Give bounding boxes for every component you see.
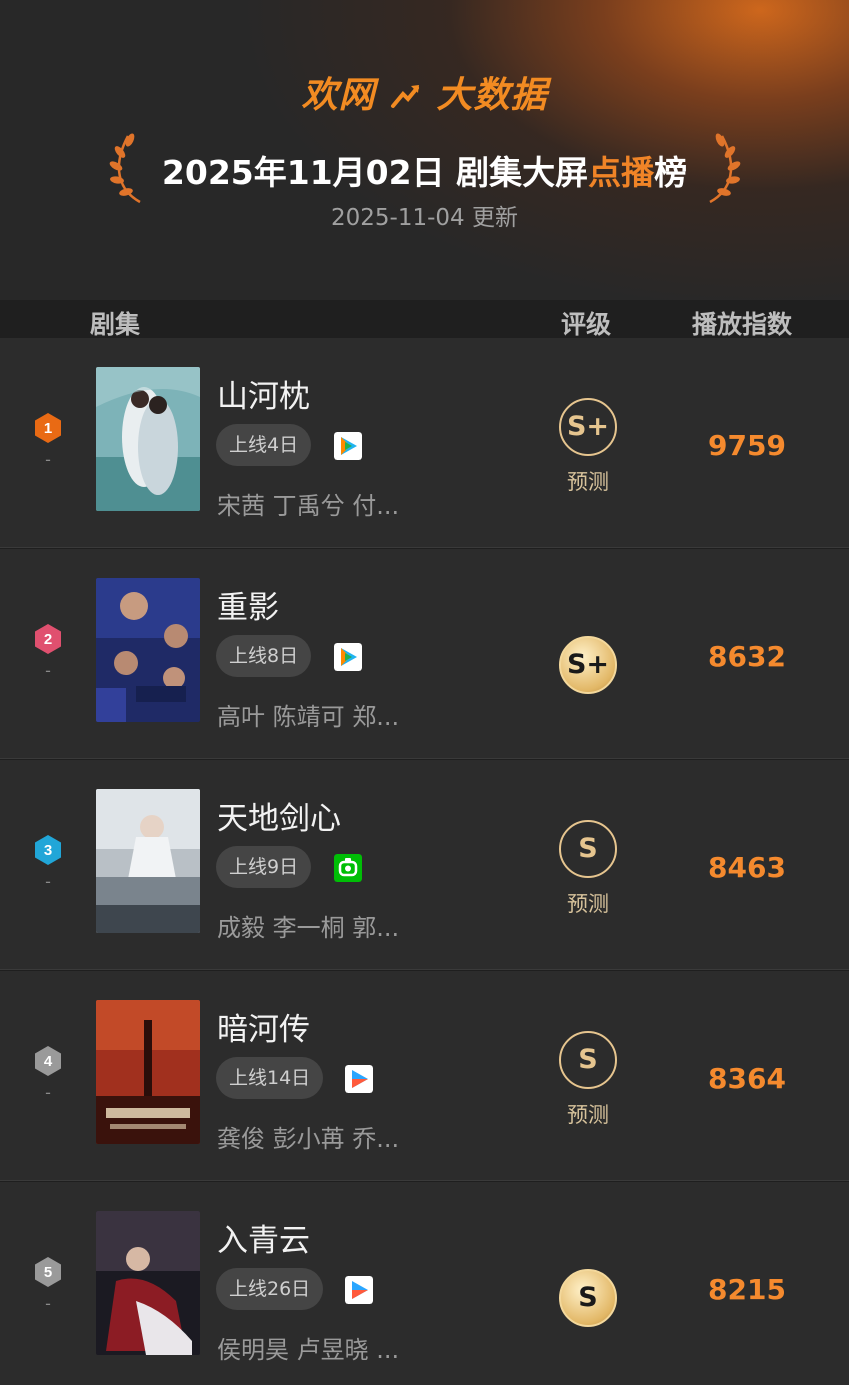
list-item[interactable]: 1 - 山河枕 上线4日 宋茜 丁禹兮 付... S+ 预测 9759 — [0, 338, 849, 548]
play-index: 8632 — [708, 640, 786, 673]
column-headers: 剧集 评级 播放指数 — [0, 303, 849, 343]
play-index: 8463 — [708, 851, 786, 884]
play-index: 8364 — [708, 1062, 786, 1095]
svg-text:2: 2 — [44, 631, 52, 648]
list-item[interactable]: 4 - 暗河传 上线14日 龚俊 彭小苒 乔... S 预测 8364 — [0, 971, 849, 1181]
rank-change: - — [45, 450, 51, 469]
days-online-badge: 上线8日 — [216, 635, 312, 677]
svg-text:5: 5 — [44, 1264, 52, 1281]
grade-note: 预测 — [567, 892, 609, 916]
page-title: 2025年11月02日 剧集大屏点播榜 — [161, 153, 688, 192]
series-title[interactable]: 重影 — [217, 582, 279, 627]
tencent-video-icon — [334, 432, 362, 460]
svg-text:4: 4 — [44, 1053, 53, 1070]
rank-change: - — [45, 1294, 51, 1313]
cast-list: 高叶 陈靖可 郑... — [217, 703, 400, 731]
svg-text:1: 1 — [44, 420, 52, 437]
trend-arrow-icon — [391, 85, 419, 108]
list-item[interactable]: 5 - 入青云 上线26日 侯明昊 卢昱晓 ... S 8215 — [0, 1182, 849, 1385]
update-date: 2025-11-04 更新 — [331, 205, 518, 231]
play-index: 8215 — [708, 1273, 786, 1306]
rank-change: - — [45, 1083, 51, 1102]
series-title[interactable]: 天地剑心 — [217, 793, 341, 838]
header-banner: 欢网 大数据 2025年11月02日 剧集大屏点播榜 2025-11-04 更新 — [0, 0, 849, 300]
series-title[interactable]: 入青云 — [217, 1215, 310, 1260]
cast-list: 成毅 李一桐 郭... — [217, 914, 400, 942]
poster-image[interactable] — [96, 578, 200, 722]
poster-image[interactable] — [96, 789, 200, 933]
grade-note: 预测 — [567, 1103, 609, 1127]
iqiyi-icon — [334, 854, 362, 882]
rank-badge: 2 — [35, 624, 61, 654]
poster-image[interactable] — [96, 1211, 200, 1355]
brand-name: 欢网 — [301, 75, 376, 116]
rank-change: - — [45, 872, 51, 891]
grade-badge: S — [559, 1031, 617, 1089]
poster-image[interactable] — [96, 367, 200, 511]
grade-badge: S+ — [559, 398, 617, 456]
svg-text:3: 3 — [44, 842, 52, 859]
rank-change: - — [45, 661, 51, 680]
grade-badge: S+ — [559, 636, 617, 694]
column-grade: 评级 — [561, 310, 612, 339]
cast-list: 侯明昊 卢昱晓 ... — [217, 1336, 400, 1364]
rank-badge: 1 — [35, 413, 61, 443]
days-online-badge: 上线26日 — [216, 1268, 324, 1310]
series-title[interactable]: 山河枕 — [217, 371, 310, 416]
tencent-video-icon — [334, 643, 362, 671]
list-item[interactable]: 2 - 重影 上线8日 高叶 陈靖可 郑... S+ 8632 — [0, 549, 849, 759]
grade-note: 预测 — [567, 470, 609, 494]
rank-badge: 4 — [35, 1046, 61, 1076]
youku-icon — [345, 1065, 373, 1093]
series-title[interactable]: 暗河传 — [217, 1004, 310, 1049]
poster-image[interactable] — [96, 1000, 200, 1144]
grade-badge: S — [559, 1269, 617, 1327]
days-online-badge: 上线9日 — [216, 846, 312, 888]
days-online-badge: 上线14日 — [216, 1057, 324, 1099]
list-item[interactable]: 3 - 天地剑心 上线9日 成毅 李一桐 郭... S 预测 8463 — [0, 760, 849, 970]
rank-badge: 5 — [35, 1257, 61, 1287]
column-series: 剧集 — [90, 310, 141, 339]
cast-list: 宋茜 丁禹兮 付... — [217, 492, 400, 520]
rank-badge: 3 — [35, 835, 61, 865]
cast-list: 龚俊 彭小苒 乔... — [217, 1125, 400, 1153]
column-index: 播放指数 — [692, 310, 793, 339]
play-index: 9759 — [708, 429, 786, 462]
days-online-badge: 上线4日 — [216, 424, 312, 466]
brand-logo: 欢网 大数据 — [0, 66, 849, 118]
youku-icon — [345, 1276, 373, 1304]
brand-subtitle: 大数据 — [436, 75, 548, 116]
laurel-right-icon — [709, 133, 741, 204]
grade-badge: S — [559, 820, 617, 878]
